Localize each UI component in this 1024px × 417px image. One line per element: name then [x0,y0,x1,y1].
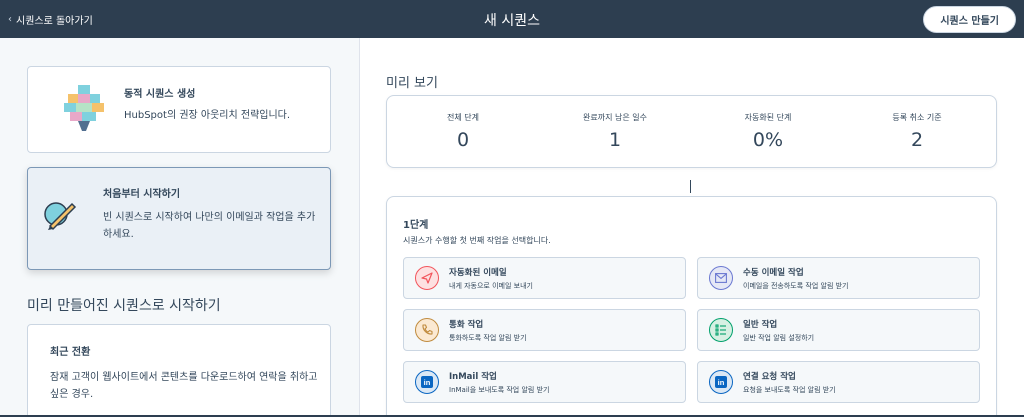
action-subtitle: 일반 작업 알림 설정하기 [743,334,815,342]
top-bar: ‹ 시퀀스로 돌아가기 새 시퀀스 시퀀스 만들기 [0,0,1024,38]
start-from-scratch-card[interactable]: 처음부터 시작하기 빈 시퀀스로 시작하여 나만의 이메일과 작업을 추가하세요… [27,167,331,270]
linkedin-icon: in [709,370,733,394]
stat-value: 1 [608,129,622,151]
action-automated-email[interactable]: 자동화된 이메일 내게 자동으로 이메일 보내기 [403,257,686,299]
stat-label: 전체 단계 [447,113,479,122]
preview-panel: 미리 보기 전체 단계 0 완료까지 남은 일수 1 자동화된 단계 0% 등록… [361,38,1024,417]
paper-plane-icon [415,266,439,290]
stat-days-to-complete: 완료까지 남은 일수 1 [539,112,691,151]
left-panel: 동적 시퀀스 생성 HubSpot의 권장 아웃리치 전략입니다. 처음부터 시… [0,38,360,417]
action-inmail-task[interactable]: in InMail 작업 InMail을 보내도록 작업 알림 받기 [403,361,686,403]
prebuilt-sequences-heading: 미리 만들어진 시퀀스로 시작하기 [27,298,221,314]
action-subtitle: InMail을 보내도록 작업 알림 받기 [449,386,550,394]
action-title: 통화 작업 [449,320,484,330]
recent-card-description: 잠재 고객이 웹사이트에서 콘텐츠를 다운로드하여 연락을 취하고 싶은 경우. [50,372,318,400]
action-general-task[interactable]: 일반 작업 일반 작업 알림 설정하기 [697,309,980,351]
action-subtitle: 이메일을 전송하도록 작업 알림 받기 [743,282,849,290]
checklist-icon [709,318,733,342]
action-subtitle: 요청을 보내도록 작업 알림 받기 [743,386,836,394]
action-connection-request-task[interactable]: in 연결 요청 작업 요청을 보내도록 작업 알림 받기 [697,361,980,403]
linkedin-icon: in [415,370,439,394]
action-subtitle: 내게 자동으로 이메일 보내기 [449,282,533,290]
recent-conversion-card[interactable]: 최근 전환 잠재 고객이 웹사이트에서 콘텐츠를 다운로드하여 연락을 취하고 … [27,324,331,417]
dynamic-sequence-illustration-icon [60,83,108,139]
dynamic-sequence-card[interactable]: 동적 시퀀스 생성 HubSpot의 권장 아웃리치 전략입니다. [27,66,331,153]
preview-stats: 전체 단계 0 완료까지 남은 일수 1 자동화된 단계 0% 등록 취소 기준… [386,95,997,168]
back-link-label: 시퀀스로 돌아가기 [16,16,93,27]
recent-card-title: 최근 전환 [50,347,91,358]
page-title: 새 시퀀스 [484,13,540,29]
stat-total-steps: 전체 단계 0 [387,112,539,151]
action-title: 일반 작업 [743,320,778,330]
svg-text:in: in [424,378,431,387]
envelope-icon [709,266,733,290]
preview-heading: 미리 보기 [386,76,438,91]
stat-label: 완료까지 남은 일수 [583,113,647,122]
step-1-card: 1단계 시퀀스가 수행할 첫 번째 작업을 선택합니다. 자동화된 이메일 내게… [386,196,997,417]
step-connector [690,180,691,193]
action-subtitle: 통화하도록 작업 알림 받기 [449,334,527,342]
stat-value: 0 [456,129,470,151]
stat-unenroll-criteria: 등록 취소 기준 2 [841,112,993,151]
create-sequence-button[interactable]: 시퀀스 만들기 [923,6,1016,33]
stat-value: 2 [910,129,924,151]
pen-illustration-icon [42,198,78,238]
scratch-card-title: 처음부터 시작하기 [103,189,181,200]
stat-label: 자동화된 단계 [744,113,792,122]
stat-label: 등록 취소 기준 [892,113,942,122]
scratch-card-description: 빈 시퀀스로 시작하여 나만의 이메일과 작업을 추가하세요. [103,212,316,240]
stat-automated-steps: 자동화된 단계 0% [692,112,844,151]
action-title: InMail 작업 [449,372,497,382]
back-to-sequences-link[interactable]: ‹ 시퀀스로 돌아가기 [8,12,93,27]
dynamic-card-title: 동적 시퀀스 생성 [124,89,196,100]
phone-icon [415,318,439,342]
action-manual-email-task[interactable]: 수동 이메일 작업 이메일을 전송하도록 작업 알림 받기 [697,257,980,299]
stat-value: 0% [752,129,784,151]
step-title: 1단계 [403,220,429,231]
action-title: 수동 이메일 작업 [743,268,804,278]
step-description: 시퀀스가 수행할 첫 번째 작업을 선택합니다. [403,236,551,245]
dynamic-card-description: HubSpot의 권장 아웃리치 전략입니다. [124,110,291,121]
svg-text:in: in [718,378,725,387]
action-call-task[interactable]: 통화 작업 통화하도록 작업 알림 받기 [403,309,686,351]
action-title: 연결 요청 작업 [743,372,796,382]
chevron-left-icon: ‹ [8,14,12,25]
action-title: 자동화된 이메일 [449,268,507,278]
